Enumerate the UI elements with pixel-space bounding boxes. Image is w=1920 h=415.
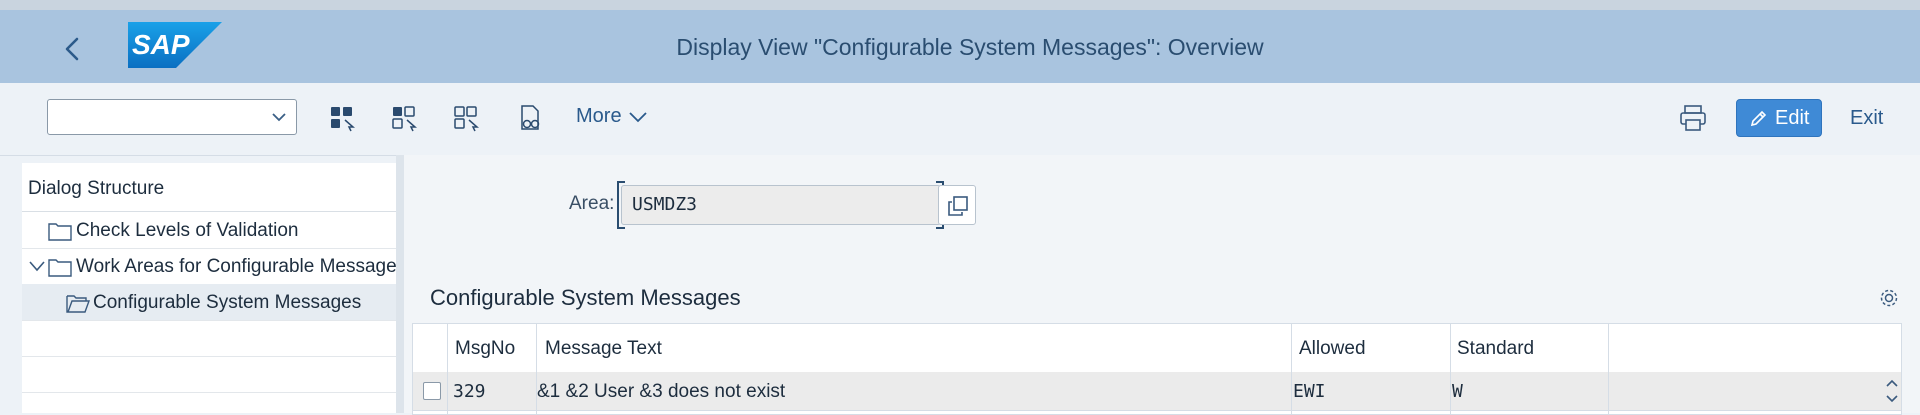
top-strip xyxy=(0,0,1920,10)
folder-icon xyxy=(48,223,72,241)
column-divider xyxy=(1608,324,1609,414)
table-scrollbar[interactable] xyxy=(1883,372,1901,412)
column-divider xyxy=(447,324,448,414)
tree-empty-row xyxy=(22,356,396,393)
settings-icon[interactable] xyxy=(1878,287,1900,309)
panel-splitter[interactable] xyxy=(396,155,404,413)
column-header-standard[interactable]: Standard xyxy=(1457,338,1534,360)
edit-button[interactable]: Edit xyxy=(1736,99,1822,137)
select-all-icon[interactable] xyxy=(326,101,360,135)
page-title: Display View "Configurable System Messag… xyxy=(676,34,1264,60)
tree-empty-row xyxy=(22,320,396,357)
tree-item-configurable-messages[interactable]: Configurable System Messages xyxy=(22,284,396,321)
area-field[interactable]: USMDZ3 xyxy=(621,185,941,225)
folder-icon xyxy=(48,259,72,277)
printer-icon[interactable] xyxy=(1676,103,1710,133)
tree-item-check-levels[interactable]: Check Levels of Validation xyxy=(22,212,396,249)
column-divider xyxy=(1291,324,1292,414)
cell-standard[interactable]: W xyxy=(1452,381,1463,402)
edit-label: Edit xyxy=(1775,107,1810,129)
dialog-structure-title: Dialog Structure xyxy=(28,178,165,199)
tree-item-work-areas[interactable]: Work Areas for Configurable Messages xyxy=(22,248,396,285)
tree-item-label: Work Areas for Configurable Messages xyxy=(76,256,397,277)
copy-icon xyxy=(948,196,968,216)
exit-button[interactable]: Exit xyxy=(1850,107,1883,130)
dialog-structure-header: Dialog Structure xyxy=(22,163,396,212)
folder-open-icon xyxy=(66,295,90,313)
more-label: More xyxy=(576,105,622,127)
value-help-button[interactable] xyxy=(938,185,976,225)
main-content: Area: USMDZ3 Configurable System Message… xyxy=(404,155,1920,415)
column-divider xyxy=(536,324,537,414)
select-block-icon[interactable] xyxy=(388,101,422,135)
toolbar: More Edit Exit xyxy=(0,83,1920,156)
chevron-down-icon[interactable] xyxy=(270,108,288,126)
dialog-structure-panel: Dialog Structure Check Levels of Validat… xyxy=(22,163,397,413)
area-value: USMDZ3 xyxy=(632,194,698,215)
tree-item-label: Configurable System Messages xyxy=(93,292,362,313)
column-header-msgno[interactable]: MsgNo xyxy=(455,338,515,360)
pencil-icon xyxy=(1750,110,1767,127)
chevron-down-icon xyxy=(628,112,647,122)
shell-bar: SAP Display View "Configurable System Me… xyxy=(0,10,1920,83)
deselect-all-icon[interactable] xyxy=(450,101,484,135)
table-row[interactable]: 329 &1 &2 User &3 does not exist EWI W xyxy=(413,372,1901,411)
more-button[interactable]: More xyxy=(576,105,648,128)
area-label: Area: xyxy=(569,193,615,214)
row-select-checkbox[interactable] xyxy=(423,382,441,400)
table-title: Configurable System Messages xyxy=(430,285,741,310)
command-field[interactable] xyxy=(47,99,297,135)
column-header-allowed[interactable]: Allowed xyxy=(1299,338,1366,360)
print-preview-icon[interactable] xyxy=(512,101,546,135)
tree-item-label: Check Levels of Validation xyxy=(76,220,299,241)
table-header: MsgNo Message Text Allowed Standard xyxy=(413,324,1901,373)
cell-allowed[interactable]: EWI xyxy=(1293,381,1326,402)
column-header-message-text[interactable]: Message Text xyxy=(545,338,662,360)
chevron-down-icon[interactable] xyxy=(28,259,46,273)
cell-message-text[interactable]: &1 &2 User &3 does not exist xyxy=(537,381,785,403)
cell-msgno[interactable]: 329 xyxy=(453,381,486,402)
column-divider xyxy=(1450,324,1451,414)
messages-table: MsgNo Message Text Allowed Standard 329 … xyxy=(412,323,1902,415)
